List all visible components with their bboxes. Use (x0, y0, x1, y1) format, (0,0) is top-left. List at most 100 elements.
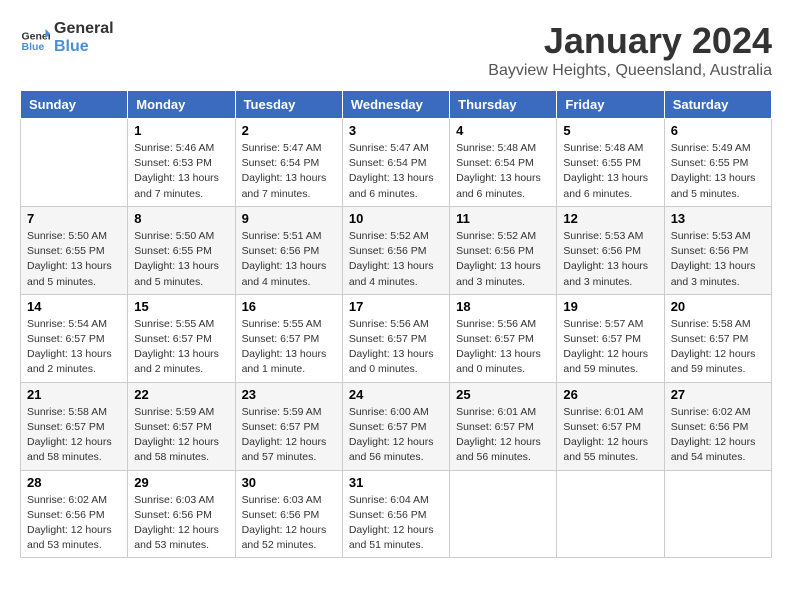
calendar-cell: 10 Sunrise: 5:52 AMSunset: 6:56 PMDayligh… (342, 206, 449, 294)
cell-info: Sunrise: 5:59 AMSunset: 6:57 PMDaylight:… (242, 405, 336, 466)
day-number: 1 (134, 123, 228, 138)
calendar-cell: 28 Sunrise: 6:02 AMSunset: 6:56 PMDayligh… (21, 470, 128, 558)
cell-info: Sunrise: 5:59 AMSunset: 6:57 PMDaylight:… (134, 405, 228, 466)
day-number: 24 (349, 387, 443, 402)
calendar-cell (557, 470, 664, 558)
cell-info: Sunrise: 6:00 AMSunset: 6:57 PMDaylight:… (349, 405, 443, 466)
header: General Blue General Blue January 2024 B… (20, 20, 772, 80)
day-number: 16 (242, 299, 336, 314)
cell-info: Sunrise: 5:47 AMSunset: 6:54 PMDaylight:… (242, 141, 336, 202)
day-number: 31 (349, 475, 443, 490)
cell-info: Sunrise: 6:04 AMSunset: 6:56 PMDaylight:… (349, 493, 443, 554)
calendar-cell: 25Sunrise: 6:01 AMSunset: 6:57 PMDayligh… (450, 382, 557, 470)
calendar-cell: 12 Sunrise: 5:53 AMSunset: 6:56 PMDayligh… (557, 206, 664, 294)
cell-info: Sunrise: 5:49 AMSunset: 6:55 PMDaylight:… (671, 141, 765, 202)
calendar-cell: 14 Sunrise: 5:54 AMSunset: 6:57 PMDayligh… (21, 294, 128, 382)
calendar-week-3: 14 Sunrise: 5:54 AMSunset: 6:57 PMDayligh… (21, 294, 772, 382)
calendar-cell: 23 Sunrise: 5:59 AMSunset: 6:57 PMDayligh… (235, 382, 342, 470)
day-number: 21 (27, 387, 121, 402)
day-header-wednesday: Wednesday (342, 91, 449, 119)
calendar-body: 1 Sunrise: 5:46 AMSunset: 6:53 PMDaylight… (21, 119, 772, 558)
logo-blue-text: Blue (54, 38, 114, 56)
cell-info: Sunrise: 5:56 AMSunset: 6:57 PMDaylight:… (349, 317, 443, 378)
calendar-cell: 13Sunrise: 5:53 AMSunset: 6:56 PMDayligh… (664, 206, 771, 294)
cell-info: Sunrise: 5:52 AMSunset: 6:56 PMDaylight:… (456, 229, 550, 290)
day-number: 28 (27, 475, 121, 490)
calendar-cell: 11Sunrise: 5:52 AMSunset: 6:56 PMDayligh… (450, 206, 557, 294)
logo: General Blue General Blue (20, 20, 114, 55)
calendar-cell (450, 470, 557, 558)
month-title: January 2024 (488, 20, 772, 62)
calendar-cell: 7Sunrise: 5:50 AMSunset: 6:55 PMDaylight… (21, 206, 128, 294)
cell-info: Sunrise: 6:02 AMSunset: 6:56 PMDaylight:… (27, 493, 121, 554)
day-number: 3 (349, 123, 443, 138)
calendar-cell: 29 Sunrise: 6:03 AMSunset: 6:56 PMDayligh… (128, 470, 235, 558)
day-number: 23 (242, 387, 336, 402)
day-number: 20 (671, 299, 765, 314)
calendar-cell: 26 Sunrise: 6:01 AMSunset: 6:57 PMDayligh… (557, 382, 664, 470)
svg-text:Blue: Blue (22, 41, 45, 53)
cell-info: Sunrise: 5:54 AMSunset: 6:57 PMDaylight:… (27, 317, 121, 378)
cell-info: Sunrise: 5:48 AMSunset: 6:55 PMDaylight:… (563, 141, 657, 202)
cell-info: Sunrise: 5:58 AMSunset: 6:57 PMDaylight:… (27, 405, 121, 466)
day-number: 10 (349, 211, 443, 226)
cell-info: Sunrise: 5:58 AMSunset: 6:57 PMDaylight:… (671, 317, 765, 378)
calendar-cell: 31 Sunrise: 6:04 AMSunset: 6:56 PMDayligh… (342, 470, 449, 558)
calendar-cell (21, 119, 128, 207)
day-number: 26 (563, 387, 657, 402)
calendar-cell: 27Sunrise: 6:02 AMSunset: 6:56 PMDayligh… (664, 382, 771, 470)
calendar-cell: 17 Sunrise: 5:56 AMSunset: 6:57 PMDayligh… (342, 294, 449, 382)
cell-info: Sunrise: 5:48 AMSunset: 6:54 PMDaylight:… (456, 141, 550, 202)
calendar-cell: 22 Sunrise: 5:59 AMSunset: 6:57 PMDayligh… (128, 382, 235, 470)
day-number: 17 (349, 299, 443, 314)
day-number: 18 (456, 299, 550, 314)
day-number: 29 (134, 475, 228, 490)
calendar-cell: 21 Sunrise: 5:58 AMSunset: 6:57 PMDayligh… (21, 382, 128, 470)
logo-general-text: General (54, 20, 114, 38)
calendar-cell: 1 Sunrise: 5:46 AMSunset: 6:53 PMDaylight… (128, 119, 235, 207)
day-number: 22 (134, 387, 228, 402)
cell-info: Sunrise: 5:46 AMSunset: 6:53 PMDaylight:… (134, 141, 228, 202)
cell-info: Sunrise: 5:47 AMSunset: 6:54 PMDaylight:… (349, 141, 443, 202)
cell-info: Sunrise: 5:53 AMSunset: 6:56 PMDaylight:… (563, 229, 657, 290)
cell-info: Sunrise: 5:57 AMSunset: 6:57 PMDaylight:… (563, 317, 657, 378)
calendar-week-5: 28 Sunrise: 6:02 AMSunset: 6:56 PMDayligh… (21, 470, 772, 558)
day-number: 12 (563, 211, 657, 226)
cell-info: Sunrise: 5:51 AMSunset: 6:56 PMDaylight:… (242, 229, 336, 290)
calendar-cell: 20 Sunrise: 5:58 AMSunset: 6:57 PMDayligh… (664, 294, 771, 382)
cell-info: Sunrise: 6:01 AMSunset: 6:57 PMDaylight:… (456, 405, 550, 466)
day-number: 4 (456, 123, 550, 138)
logo-icon: General Blue (20, 23, 50, 53)
day-number: 6 (671, 123, 765, 138)
calendar-cell: 30Sunrise: 6:03 AMSunset: 6:56 PMDayligh… (235, 470, 342, 558)
calendar-cell: 5 Sunrise: 5:48 AMSunset: 6:55 PMDaylight… (557, 119, 664, 207)
calendar-week-2: 7 Sunrise: 5:50 AMSunset: 6:55 PMDaylight… (21, 206, 772, 294)
calendar-header-row: SundayMondayTuesdayWednesdayThursdayFrid… (21, 91, 772, 119)
day-header-sunday: Sunday (21, 91, 128, 119)
cell-info: Sunrise: 6:03 AMSunset: 6:56 PMDaylight:… (242, 493, 336, 554)
day-header-tuesday: Tuesday (235, 91, 342, 119)
day-number: 7 (27, 211, 121, 226)
day-number: 19 (563, 299, 657, 314)
day-number: 15 (134, 299, 228, 314)
day-number: 27 (671, 387, 765, 402)
cell-info: Sunrise: 5:55 AMSunset: 6:57 PMDaylight:… (242, 317, 336, 378)
calendar-week-4: 21 Sunrise: 5:58 AMSunset: 6:57 PMDayligh… (21, 382, 772, 470)
calendar-cell (664, 470, 771, 558)
day-number: 2 (242, 123, 336, 138)
day-number: 14 (27, 299, 121, 314)
cell-info: Sunrise: 5:50 AMSunset: 6:55 PMDaylight:… (134, 229, 228, 290)
calendar-cell: 18 Sunrise: 5:56 AMSunset: 6:57 PMDayligh… (450, 294, 557, 382)
cell-info: Sunrise: 5:52 AMSunset: 6:56 PMDaylight:… (349, 229, 443, 290)
cell-info: Sunrise: 6:03 AMSunset: 6:56 PMDaylight:… (134, 493, 228, 554)
calendar-cell: 3 Sunrise: 5:47 AMSunset: 6:54 PMDaylight… (342, 119, 449, 207)
cell-info: Sunrise: 5:56 AMSunset: 6:57 PMDaylight:… (456, 317, 550, 378)
day-number: 5 (563, 123, 657, 138)
cell-info: Sunrise: 6:01 AMSunset: 6:57 PMDaylight:… (563, 405, 657, 466)
location-title: Bayview Heights, Queensland, Australia (488, 62, 772, 80)
day-header-monday: Monday (128, 91, 235, 119)
title-area: January 2024 Bayview Heights, Queensland… (488, 20, 772, 80)
calendar-cell: 6 Sunrise: 5:49 AMSunset: 6:55 PMDaylight… (664, 119, 771, 207)
calendar-cell: 19 Sunrise: 5:57 AMSunset: 6:57 PMDayligh… (557, 294, 664, 382)
cell-info: Sunrise: 5:53 AMSunset: 6:56 PMDaylight:… (671, 229, 765, 290)
